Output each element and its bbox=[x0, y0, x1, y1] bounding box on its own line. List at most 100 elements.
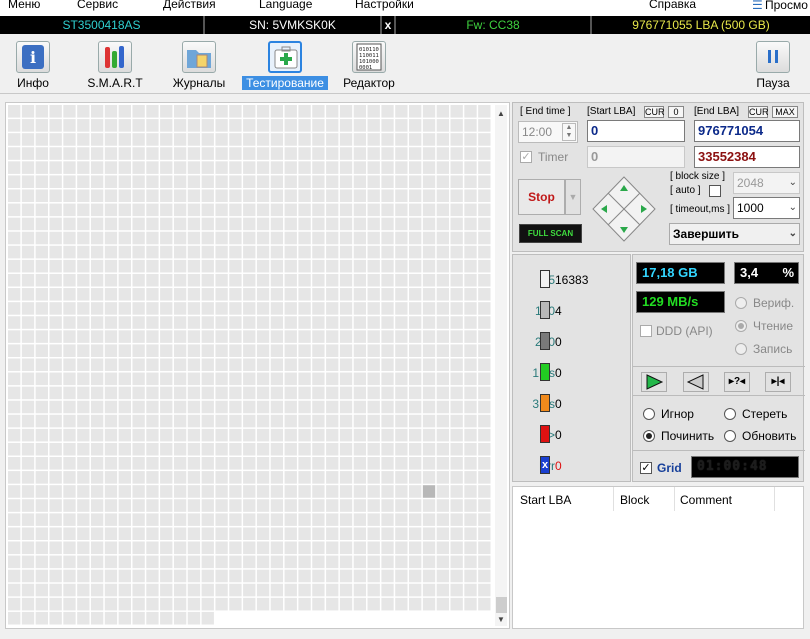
scan-block bbox=[243, 386, 256, 400]
view-button[interactable]: ☰ Просмо bbox=[752, 0, 808, 12]
scroll-thumb[interactable] bbox=[496, 597, 507, 613]
scan-block bbox=[35, 428, 48, 442]
menu-item-actions[interactable]: Действия bbox=[163, 0, 216, 11]
close-drive-button[interactable]: x bbox=[382, 16, 394, 34]
scan-block bbox=[450, 245, 463, 259]
testing-button[interactable]: Тестирование bbox=[242, 38, 328, 92]
scan-block bbox=[49, 302, 62, 315]
finish-action-select[interactable]: Завершить ⌄ bbox=[669, 223, 800, 245]
scan-map-grid bbox=[8, 105, 492, 626]
random-button[interactable]: ▸?◂ bbox=[724, 372, 750, 392]
smart-button[interactable]: S.M.A.R.T bbox=[85, 38, 145, 92]
scan-block bbox=[312, 527, 325, 541]
scan-block bbox=[201, 203, 214, 217]
scan-block bbox=[118, 611, 131, 625]
start-zero-tag[interactable]: 0 bbox=[668, 106, 684, 118]
grid-checkbox[interactable]: ✓ bbox=[640, 462, 652, 474]
block-size-select[interactable]: 2048 ⌄ bbox=[733, 172, 800, 194]
scan-block bbox=[243, 597, 256, 611]
scan-block bbox=[256, 217, 270, 231]
write-radio[interactable] bbox=[735, 343, 747, 355]
scan-block bbox=[422, 555, 436, 569]
refresh-radio[interactable] bbox=[724, 430, 736, 442]
column-header-start-lba[interactable]: Start LBA bbox=[520, 493, 571, 507]
scan-block bbox=[215, 189, 228, 203]
scan-block bbox=[312, 175, 325, 188]
scan-block bbox=[326, 583, 339, 597]
end-lba-secondary-field[interactable]: 33552384 bbox=[694, 146, 800, 168]
scan-block bbox=[284, 288, 297, 301]
scan-block bbox=[409, 569, 422, 583]
scan-block bbox=[339, 527, 353, 541]
auto-checkbox[interactable] bbox=[709, 185, 721, 197]
read-radio[interactable] bbox=[735, 320, 747, 332]
scan-block bbox=[436, 541, 450, 555]
scan-block bbox=[395, 583, 408, 597]
column-header-block[interactable]: Block bbox=[620, 493, 649, 507]
end-time-input[interactable]: 12:00 ▲ ▼ bbox=[518, 121, 578, 143]
start-lba-secondary-field[interactable]: 0 bbox=[587, 146, 685, 168]
ignore-radio[interactable] bbox=[643, 408, 655, 420]
scan-block bbox=[256, 386, 270, 400]
map-scrollbar[interactable]: ▲ ▼ bbox=[495, 105, 507, 626]
ddd-checkbox[interactable] bbox=[640, 325, 652, 337]
scan-block bbox=[49, 316, 62, 329]
end-lba-field[interactable]: 976771054 bbox=[694, 120, 800, 142]
editor-button[interactable]: 010110 110011 101000 0001 Редактор bbox=[340, 38, 398, 92]
scan-block bbox=[187, 344, 201, 357]
scan-block bbox=[90, 386, 104, 400]
menu-item-service[interactable]: Сервис bbox=[77, 0, 118, 11]
menu-item-settings[interactable]: Настройки bbox=[355, 0, 414, 11]
scan-block bbox=[339, 499, 353, 512]
stop-button[interactable]: Stop bbox=[518, 179, 565, 215]
scan-block bbox=[312, 273, 325, 287]
start-lba-field[interactable]: 0 bbox=[587, 120, 685, 142]
column-header-comment[interactable]: Comment bbox=[680, 493, 732, 507]
scan-block bbox=[312, 457, 325, 470]
start-cur-tag[interactable]: CUR bbox=[644, 106, 665, 118]
stop-dropdown-icon[interactable]: ▼ bbox=[565, 179, 581, 215]
scan-block bbox=[90, 217, 104, 231]
scan-block bbox=[90, 541, 104, 555]
time-spinner-icon[interactable]: ▲ ▼ bbox=[562, 123, 576, 141]
full-scan-button[interactable]: FULL SCAN bbox=[519, 224, 582, 243]
scan-block bbox=[436, 231, 450, 245]
menu-item-menu[interactable]: Меню bbox=[8, 0, 40, 11]
reverse-button[interactable] bbox=[683, 372, 709, 392]
scan-block bbox=[422, 330, 436, 343]
legend-panel: 2516383 1004 2500 1,0s0 3,0s0 >0 Errx0 bbox=[512, 254, 631, 482]
logs-button[interactable]: Журналы bbox=[170, 38, 228, 92]
scroll-up-icon[interactable]: ▲ bbox=[497, 109, 505, 118]
verify-radio[interactable] bbox=[735, 297, 747, 309]
end-cur-tag[interactable]: CUR bbox=[748, 106, 769, 118]
scan-block bbox=[90, 414, 104, 428]
end-max-tag[interactable]: MAX bbox=[772, 106, 798, 118]
play-button[interactable] bbox=[641, 372, 667, 392]
scan-block bbox=[201, 288, 214, 301]
scan-block bbox=[35, 133, 48, 146]
repair-radio[interactable] bbox=[643, 430, 655, 442]
scan-block bbox=[118, 175, 131, 188]
scan-block bbox=[118, 400, 131, 414]
scan-block bbox=[63, 457, 76, 470]
timeout-select[interactable]: 1000 ⌄ bbox=[733, 197, 800, 219]
scroll-down-icon[interactable]: ▼ bbox=[497, 615, 505, 624]
scan-block bbox=[77, 555, 90, 569]
percent-display: 3,4 % bbox=[734, 262, 799, 284]
menu-item-help[interactable]: Справка bbox=[649, 0, 696, 11]
butterfly-button[interactable]: ▸|◂ bbox=[765, 372, 791, 392]
pause-button[interactable]: Пауза bbox=[748, 38, 798, 92]
scan-block bbox=[173, 527, 187, 541]
scan-block bbox=[77, 119, 90, 132]
scan-block bbox=[284, 471, 297, 484]
scan-block bbox=[63, 273, 76, 287]
menu-item-language[interactable]: Language bbox=[259, 0, 312, 11]
scan-block bbox=[422, 400, 436, 414]
scan-block bbox=[77, 471, 90, 484]
timer-checkbox[interactable]: ✓ bbox=[520, 151, 532, 163]
scan-block bbox=[146, 541, 159, 555]
erase-radio[interactable] bbox=[724, 408, 736, 420]
info-button[interactable]: i Инфо bbox=[8, 38, 58, 92]
scan-block bbox=[49, 273, 62, 287]
editor-label: Редактор bbox=[343, 76, 395, 90]
